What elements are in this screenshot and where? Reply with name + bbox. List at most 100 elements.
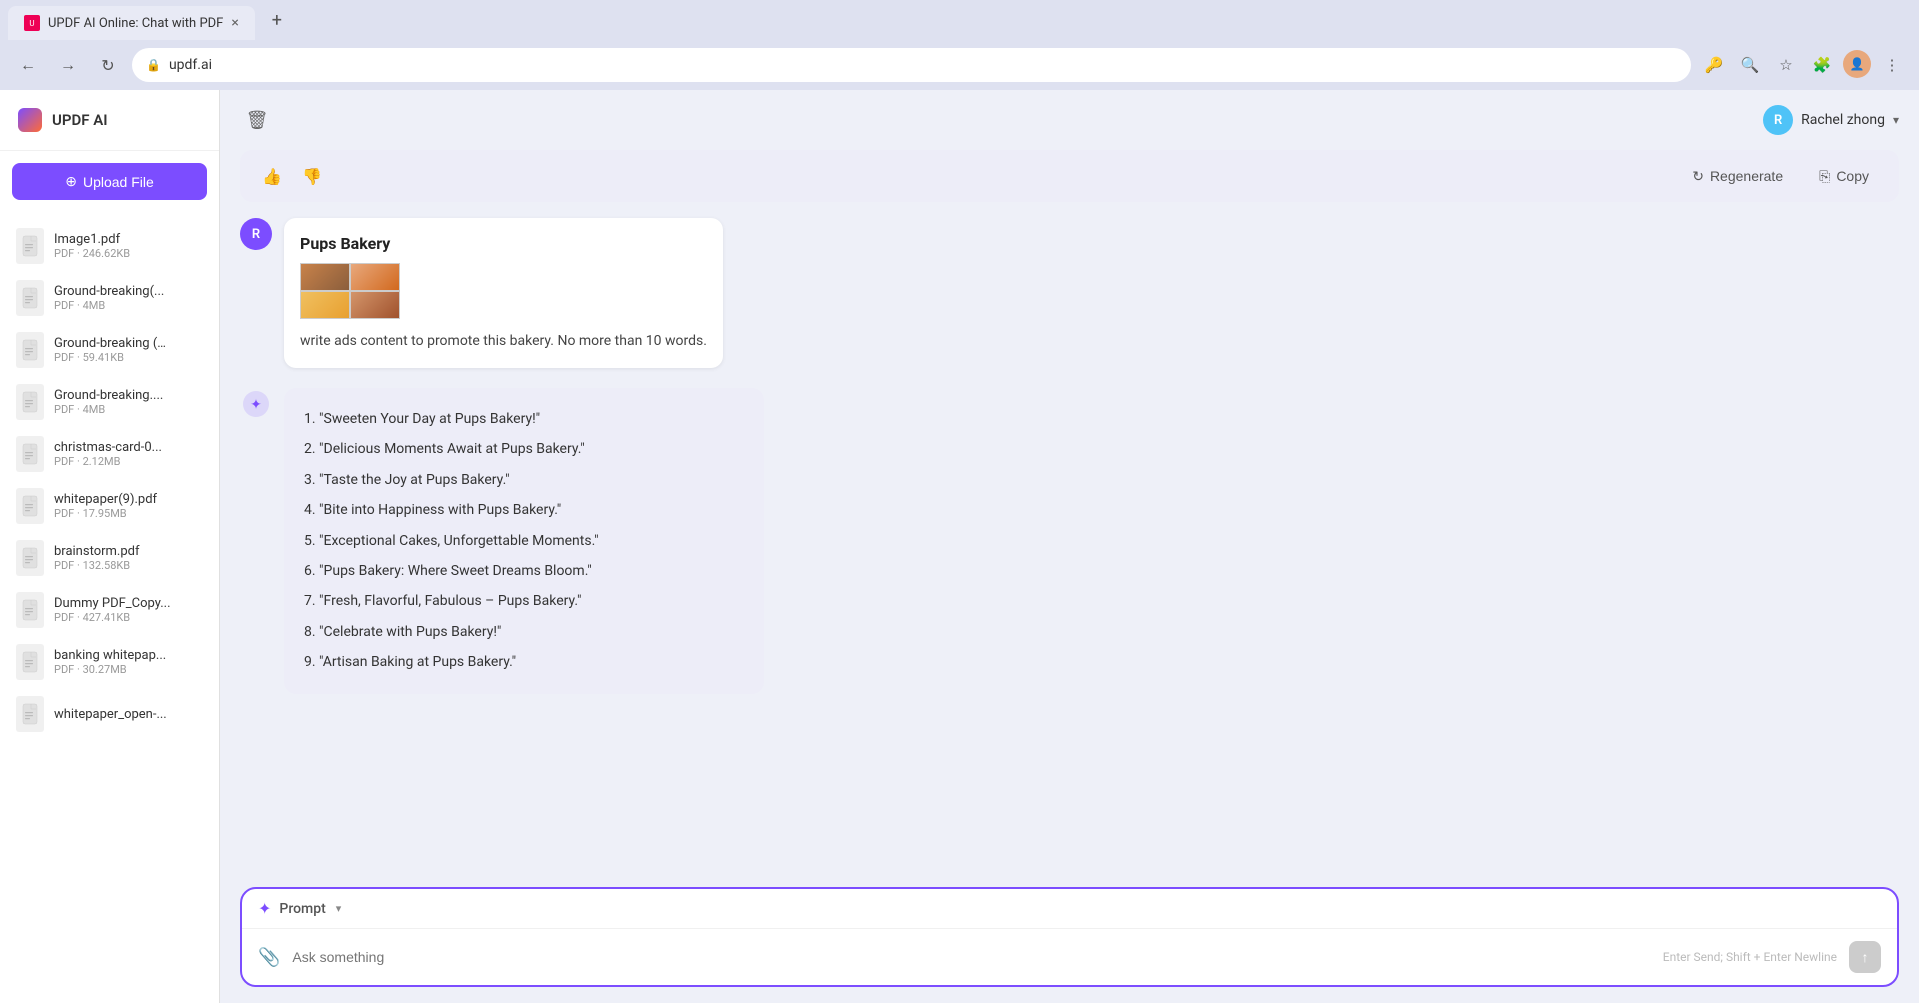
user-message-avatar: R (240, 218, 272, 250)
user-prompt-text: write ads content to promote this bakery… (300, 331, 707, 352)
zoom-icon[interactable]: 🔍 (1735, 50, 1765, 80)
browser-profile-icon[interactable]: 👤 (1843, 50, 1871, 78)
file-meta: PDF · 4MB (54, 299, 203, 312)
upload-button-label: Upload File (83, 174, 154, 190)
input-toolbar: ✦ Prompt ▾ (242, 889, 1897, 929)
ai-list-item: 3. "Taste the Joy at Pups Bakery." (304, 465, 744, 495)
file-info: christmas-card-0... PDF · 2.12MB (54, 440, 203, 468)
bakery-images (300, 263, 400, 319)
trash-button[interactable]: 🗑 (240, 103, 274, 137)
app-logo-image (18, 108, 42, 132)
passwords-icon[interactable]: 🔑 (1699, 50, 1729, 80)
ai-list-item: 6. "Pups Bakery: Where Sweet Dreams Bloo… (304, 556, 744, 586)
refresh-button[interactable]: ↻ (92, 49, 124, 81)
file-meta: PDF · 246.62KB (54, 247, 203, 260)
input-hint: Enter Send; Shift + Enter Newline (1663, 950, 1837, 964)
file-name: Ground-breaking (… (54, 336, 203, 351)
tab-close-button[interactable]: × (231, 15, 238, 31)
thumbs-down-button[interactable]: 👎 (296, 160, 328, 192)
user-message-bubble: Pups Bakery write ads content to promote… (284, 218, 723, 368)
ai-message-bubble: 1. "Sweeten Your Day at Pups Bakery!"2. … (284, 388, 764, 694)
file-item[interactable]: brainstorm.pdf PDF · 132.58KB (0, 532, 219, 584)
input-field-area: 📎 Enter Send; Shift + Enter Newline ↑ (242, 929, 1897, 985)
prompt-sparkle-icon: ✦ (258, 899, 271, 918)
file-name: Dummy PDF_Copy... (54, 596, 203, 611)
browser-menu-icon[interactable]: ⋮ (1877, 50, 1907, 80)
ai-response-list: 1. "Sweeten Your Day at Pups Bakery!"2. … (304, 404, 744, 678)
file-icon (16, 436, 44, 472)
file-icon (16, 488, 44, 524)
file-info: banking whitepap... PDF · 30.27MB (54, 648, 203, 676)
file-meta: PDF · 17.95MB (54, 507, 203, 520)
file-name: Image1.pdf (54, 232, 203, 247)
browser-nav: ← → ↻ 🔒 updf.ai 🔑 🔍 ☆ 🧩 👤 ⋮ (0, 40, 1919, 90)
file-item[interactable]: Dummy PDF_Copy... PDF · 427.41KB (0, 584, 219, 636)
file-icon (16, 332, 44, 368)
file-item[interactable]: Ground-breaking.... PDF · 4MB (0, 376, 219, 428)
bakery-img-4 (350, 291, 400, 319)
file-info: Dummy PDF_Copy... PDF · 427.41KB (54, 596, 203, 624)
main-content: 🗑 R Rachel zhong ▾ 👍 👎 ↻ (220, 90, 1919, 1003)
file-name: christmas-card-0... (54, 440, 203, 455)
svg-text:✦: ✦ (250, 397, 262, 413)
active-tab[interactable]: U UPDF AI Online: Chat with PDF × (8, 6, 255, 40)
file-item[interactable]: whitepaper_open-... (0, 688, 219, 740)
user-message: R Pups Bakery write ads content to promo… (240, 218, 1899, 368)
ask-input[interactable] (292, 949, 1650, 965)
back-button[interactable]: ← (12, 49, 44, 81)
ai-list-item: 4. "Bite into Happiness with Pups Bakery… (304, 495, 744, 525)
bakery-img-2 (350, 263, 400, 291)
chat-area[interactable]: 👍 👎 ↻ Regenerate ⎘ Copy R (220, 150, 1919, 871)
file-name: whitepaper(9).pdf (54, 492, 203, 507)
bookmark-icon[interactable]: ☆ (1771, 50, 1801, 80)
send-icon: ↑ (1862, 949, 1869, 966)
file-icon (16, 696, 44, 732)
ai-list-item: 9. "Artisan Baking at Pups Bakery." (304, 647, 744, 677)
ai-list-item: 8. "Celebrate with Pups Bakery!" (304, 617, 744, 647)
file-info: whitepaper(9).pdf PDF · 17.95MB (54, 492, 203, 520)
file-icon (16, 540, 44, 576)
file-icon (16, 228, 44, 264)
ai-list-item: 7. "Fresh, Flavorful, Fabulous – Pups Ba… (304, 586, 744, 616)
file-item[interactable]: banking whitepap... PDF · 30.27MB (0, 636, 219, 688)
file-name: brainstorm.pdf (54, 544, 203, 559)
file-item[interactable]: Ground-breaking (… PDF · 59.41KB (0, 324, 219, 376)
upload-icon: ⊕ (65, 173, 77, 190)
message-actions-bar: 👍 👎 ↻ Regenerate ⎘ Copy (240, 150, 1899, 202)
file-meta: PDF · 30.27MB (54, 663, 203, 676)
prompt-label: Prompt (279, 901, 325, 917)
file-item[interactable]: christmas-card-0... PDF · 2.12MB (0, 428, 219, 480)
browser-actions: 🔑 🔍 ☆ 🧩 👤 ⋮ (1699, 50, 1907, 80)
file-meta: PDF · 427.41KB (54, 611, 203, 624)
extensions-icon[interactable]: 🧩 (1807, 50, 1837, 80)
user-avatar: R (1763, 105, 1793, 135)
user-info[interactable]: R Rachel zhong ▾ (1763, 105, 1899, 135)
forward-button[interactable]: → (52, 49, 84, 81)
file-item[interactable]: Image1.pdf PDF · 246.62KB (0, 220, 219, 272)
address-bar[interactable]: 🔒 updf.ai (132, 48, 1691, 82)
file-name: Ground-breaking(... (54, 284, 203, 299)
file-item[interactable]: whitepaper(9).pdf PDF · 17.95MB (0, 480, 219, 532)
reaction-buttons: 👍 👎 (256, 160, 328, 192)
user-chevron-icon: ▾ (1893, 113, 1899, 127)
regenerate-button[interactable]: ↻ Regenerate (1678, 162, 1797, 191)
new-tab-button[interactable]: + (263, 6, 291, 34)
copy-button[interactable]: ⎘ Copy (1805, 162, 1883, 191)
input-area: ✦ Prompt ▾ 📎 Enter Send; Shift + Enter N… (220, 871, 1919, 1003)
copy-icon: ⎘ (1819, 168, 1830, 185)
toolbar-right: R Rachel zhong ▾ (1763, 105, 1899, 135)
file-icon (16, 644, 44, 680)
tab-favicon: U (24, 15, 40, 31)
attach-button[interactable]: 📎 (258, 947, 280, 968)
sidebar-header: UPDF AI (0, 90, 219, 151)
send-button[interactable]: ↑ (1849, 941, 1881, 973)
prompt-chevron-icon: ▾ (336, 902, 342, 915)
browser-tabs: U UPDF AI Online: Chat with PDF × + (0, 0, 1919, 40)
upload-file-button[interactable]: ⊕ Upload File (12, 163, 207, 200)
thumbs-up-button[interactable]: 👍 (256, 160, 288, 192)
ai-avatar: ✦ (240, 388, 272, 420)
file-item[interactable]: Ground-breaking(... PDF · 4MB (0, 272, 219, 324)
toolbar-left: 🗑 (240, 103, 274, 137)
browser-chrome: U UPDF AI Online: Chat with PDF × + ← → … (0, 0, 1919, 90)
file-info: Ground-breaking(... PDF · 4MB (54, 284, 203, 312)
